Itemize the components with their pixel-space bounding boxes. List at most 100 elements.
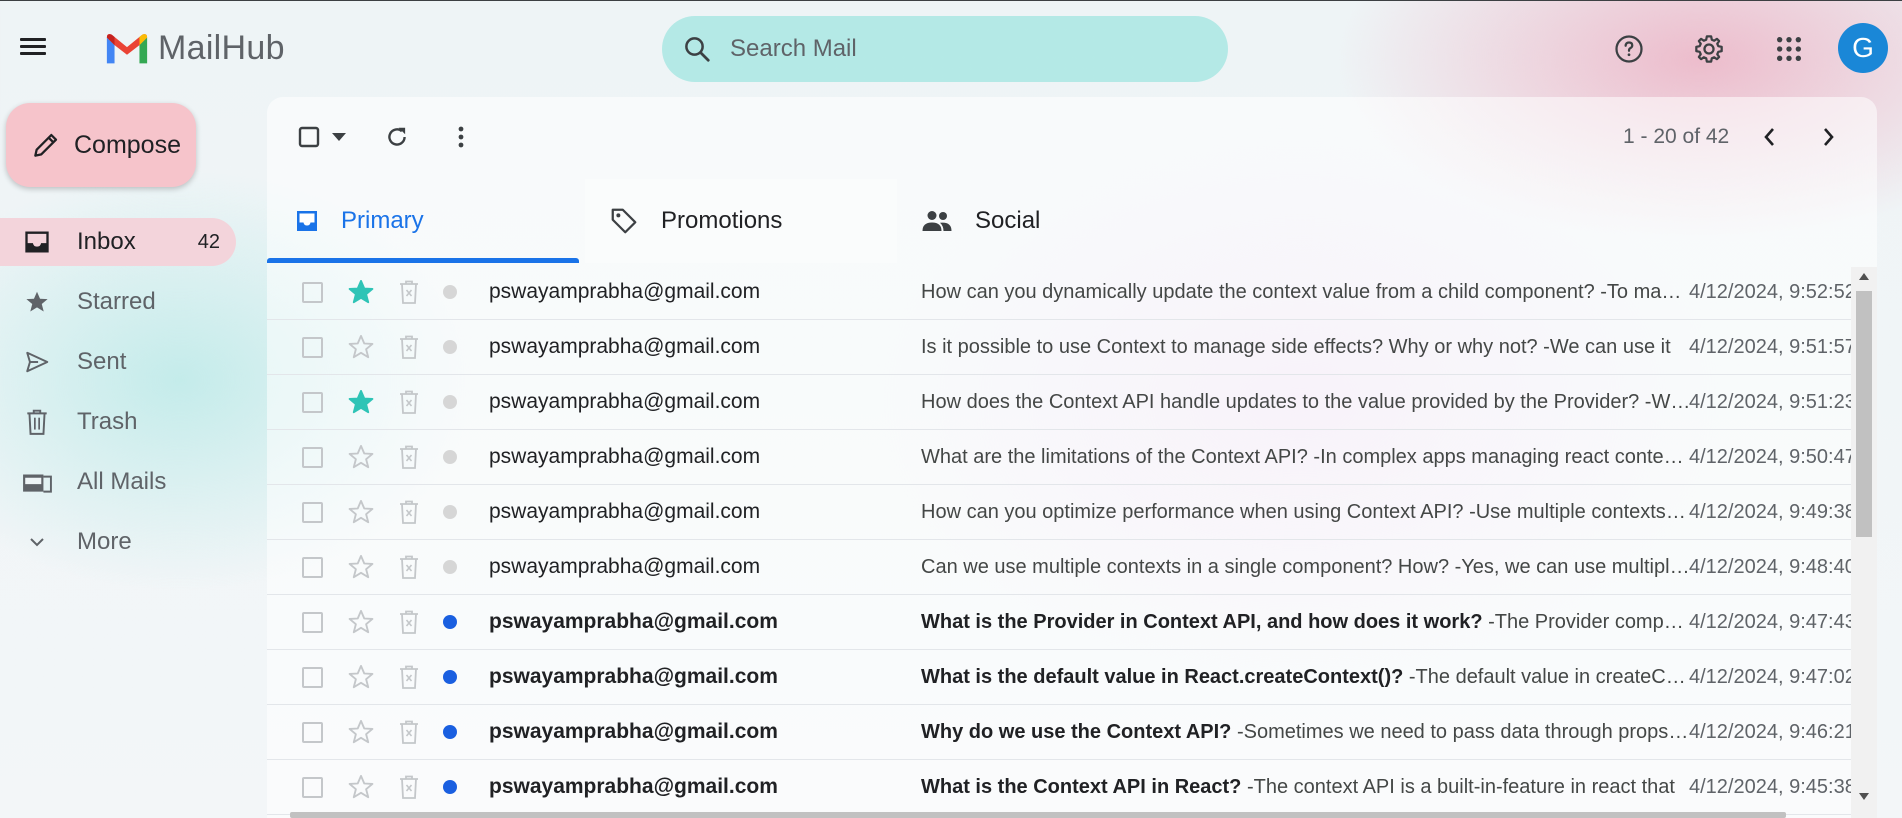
tab-primary[interactable]: Primary	[267, 179, 579, 263]
row-checkbox[interactable]	[302, 611, 323, 633]
more-options-button[interactable]	[453, 123, 469, 151]
search-bar[interactable]	[662, 16, 1228, 82]
table-row[interactable]: pswayamprabha@gmail.com How can you dynam…	[267, 265, 1851, 320]
table-row[interactable]: pswayamprabha@gmail.com Why do we use the…	[267, 705, 1851, 760]
star-icon[interactable]	[347, 333, 375, 361]
sidebar-item-trash[interactable]: Trash	[0, 398, 236, 446]
email-preview: Is it possible to use Context to manage …	[921, 336, 1691, 359]
email-preview: What are the limitations of the Context …	[921, 446, 1691, 469]
refresh-button[interactable]	[383, 123, 411, 151]
main-menu-button[interactable]	[20, 34, 54, 64]
select-all-checkbox[interactable]	[297, 125, 321, 149]
read-status-dot[interactable]	[443, 340, 457, 354]
sidebar-item-sent[interactable]: Sent	[0, 338, 236, 386]
row-checkbox[interactable]	[302, 391, 323, 413]
avatar[interactable]: G	[1838, 23, 1888, 73]
table-row[interactable]: pswayamprabha@gmail.com What are the limi…	[267, 430, 1851, 485]
email-list: pswayamprabha@gmail.com How can you dynam…	[267, 265, 1851, 815]
select-dropdown-button[interactable]	[327, 127, 351, 147]
sidebar-item-more[interactable]: More	[0, 518, 236, 566]
delete-icon[interactable]	[397, 554, 421, 580]
scrollbar-thumb[interactable]	[1856, 291, 1872, 537]
search-icon[interactable]	[682, 34, 712, 64]
email-sender: pswayamprabha@gmail.com	[489, 555, 761, 578]
read-status-dot[interactable]	[443, 285, 457, 299]
read-status-dot[interactable]	[443, 780, 457, 794]
star-icon[interactable]	[347, 498, 375, 526]
apps-button[interactable]	[1770, 30, 1808, 68]
email-subject: Can we use multiple contexts in a single…	[921, 555, 1450, 578]
email-preview: How can you optimize performance when us…	[921, 501, 1691, 524]
delete-icon[interactable]	[397, 774, 421, 800]
star-icon[interactable]	[347, 553, 375, 581]
email-snippet: -The default value in createContext is u…	[1408, 665, 1691, 688]
compose-button[interactable]: Compose	[6, 103, 196, 187]
table-row[interactable]: pswayamprabha@gmail.com Is it possible to…	[267, 320, 1851, 375]
read-status-dot[interactable]	[443, 615, 457, 629]
tag-icon	[611, 208, 637, 234]
scroll-up-arrow[interactable]	[1859, 273, 1869, 280]
app-logo[interactable]: MailHub	[104, 29, 285, 68]
email-sender: pswayamprabha@gmail.com	[489, 445, 761, 468]
email-snippet: -Use multiple contexts and memoize value…	[1469, 500, 1691, 523]
read-status-dot[interactable]	[443, 560, 457, 574]
tab-promotions[interactable]: Promotions	[585, 179, 897, 263]
delete-icon[interactable]	[397, 664, 421, 690]
table-row[interactable]: pswayamprabha@gmail.com How can you optim…	[267, 485, 1851, 540]
row-checkbox[interactable]	[302, 501, 323, 523]
row-checkbox[interactable]	[302, 336, 323, 358]
row-checkbox[interactable]	[302, 556, 323, 578]
prev-page-button[interactable]	[1757, 123, 1781, 151]
delete-icon[interactable]	[397, 444, 421, 470]
sidebar-item-starred[interactable]: Starred	[0, 278, 236, 326]
email-preview: Why do we use the Context API? -Sometime…	[921, 721, 1691, 744]
table-row[interactable]: pswayamprabha@gmail.com What is the Conte…	[267, 760, 1851, 815]
delete-icon[interactable]	[397, 334, 421, 360]
read-status-dot[interactable]	[443, 450, 457, 464]
read-status-dot[interactable]	[443, 395, 457, 409]
row-checkbox[interactable]	[302, 776, 323, 798]
sidebar-item-label: All Mails	[77, 468, 167, 495]
delete-icon[interactable]	[397, 609, 421, 635]
search-input[interactable]	[730, 35, 1190, 63]
table-row[interactable]: pswayamprabha@gmail.com What is the Provi…	[267, 595, 1851, 650]
table-row[interactable]: pswayamprabha@gmail.com Can we use multip…	[267, 540, 1851, 595]
star-icon[interactable]	[347, 278, 375, 306]
email-sender: pswayamprabha@gmail.com	[489, 775, 778, 798]
help-button[interactable]	[1610, 30, 1648, 68]
star-icon[interactable]	[347, 388, 375, 416]
table-row[interactable]: pswayamprabha@gmail.com How does the Cont…	[267, 375, 1851, 430]
people-icon	[922, 211, 952, 231]
email-sender: pswayamprabha@gmail.com	[489, 335, 761, 358]
sidebar-item-inbox[interactable]: Inbox 42	[0, 218, 236, 266]
email-snippet: -We can use it	[1537, 335, 1671, 358]
row-checkbox[interactable]	[302, 666, 323, 688]
tab-social[interactable]: Social	[897, 179, 1209, 263]
star-icon[interactable]	[347, 718, 375, 746]
help-icon	[1615, 35, 1643, 63]
row-checkbox[interactable]	[302, 446, 323, 468]
star-icon[interactable]	[347, 608, 375, 636]
read-status-dot[interactable]	[443, 670, 457, 684]
sidebar-item-label: Trash	[77, 408, 138, 435]
read-status-dot[interactable]	[443, 725, 457, 739]
table-row[interactable]: pswayamprabha@gmail.com What is the defau…	[267, 650, 1851, 705]
sidebar-item-all-mails[interactable]: All Mails	[0, 458, 236, 506]
delete-icon[interactable]	[397, 499, 421, 525]
email-preview: How does the Context API handle updates …	[921, 391, 1691, 414]
horizontal-scrollbar-thumb[interactable]	[290, 812, 1786, 818]
delete-icon[interactable]	[397, 389, 421, 415]
settings-button[interactable]	[1690, 30, 1728, 68]
vertical-scrollbar[interactable]	[1851, 267, 1877, 818]
next-page-button[interactable]	[1817, 123, 1841, 151]
delete-icon[interactable]	[397, 719, 421, 745]
email-snippet: -The context API is a built-in-feature i…	[1241, 775, 1675, 798]
star-icon[interactable]	[347, 443, 375, 471]
row-checkbox[interactable]	[302, 721, 323, 743]
star-icon[interactable]	[347, 663, 375, 691]
read-status-dot[interactable]	[443, 505, 457, 519]
row-checkbox[interactable]	[302, 281, 323, 303]
delete-icon[interactable]	[397, 279, 421, 305]
scroll-down-arrow[interactable]	[1859, 793, 1869, 800]
star-icon[interactable]	[347, 773, 375, 801]
